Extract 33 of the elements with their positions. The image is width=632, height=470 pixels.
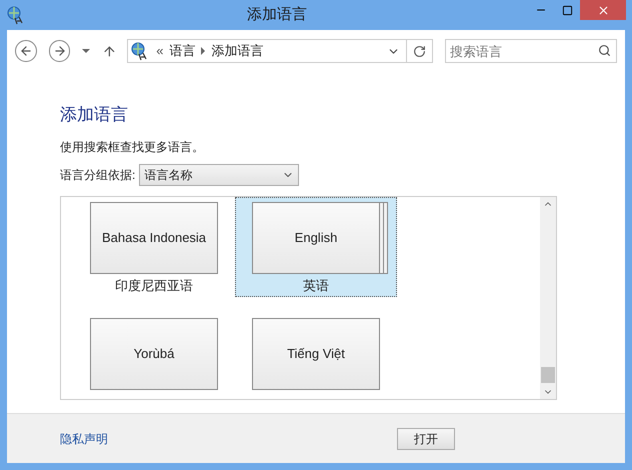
group-by-label: 语言分组依据: <box>60 166 136 184</box>
language-name: Yorùbá <box>90 318 218 390</box>
instruction-text: 使用搜索框查找更多语言。 <box>60 138 205 156</box>
language-tile[interactable]: Bahasa Indonesia 印度尼西亚语 <box>73 196 235 296</box>
breadcrumb[interactable]: 添加语言 <box>211 41 264 61</box>
language-tile[interactable]: Yorùbá <box>73 312 235 398</box>
refresh-icon[interactable] <box>413 44 426 58</box>
window-title: 添加语言 <box>246 4 308 25</box>
language-tile[interactable]: Tiếng Việt <box>235 312 397 398</box>
open-button[interactable]: 打开 <box>397 428 455 450</box>
back-button[interactable] <box>15 40 37 62</box>
close-icon <box>596 4 610 16</box>
scroll-thumb[interactable] <box>541 366 555 382</box>
search-icon[interactable] <box>598 44 611 57</box>
page-heading: 添加语言 <box>60 104 129 126</box>
privacy-link[interactable]: 隐私声明 <box>60 430 108 448</box>
breadcrumb-arrow-icon <box>201 47 206 55</box>
search-field[interactable]: 搜索语言 <box>445 39 617 63</box>
group-by-dropdown[interactable]: 语言名称 <box>139 164 300 186</box>
scrollbar[interactable] <box>540 196 556 398</box>
language-name: Tiếng Việt <box>252 318 380 390</box>
breadcrumb[interactable]: 语言 <box>169 41 196 61</box>
language-name: Bahasa Indonesia <box>90 202 218 274</box>
language-name: English <box>252 202 380 274</box>
address-bar[interactable]: « 语言 添加语言 <box>127 39 433 63</box>
language-label: 英语 <box>303 277 329 295</box>
forward-button[interactable] <box>48 40 70 62</box>
maximize-icon <box>562 4 572 16</box>
language-label: 印度尼西亚语 <box>115 277 193 295</box>
recent-dropdown-icon[interactable] <box>82 49 90 53</box>
close-button[interactable] <box>580 0 626 20</box>
overflow-chevron[interactable]: « <box>156 41 164 61</box>
language-tile[interactable]: English 英语 <box>235 196 397 296</box>
